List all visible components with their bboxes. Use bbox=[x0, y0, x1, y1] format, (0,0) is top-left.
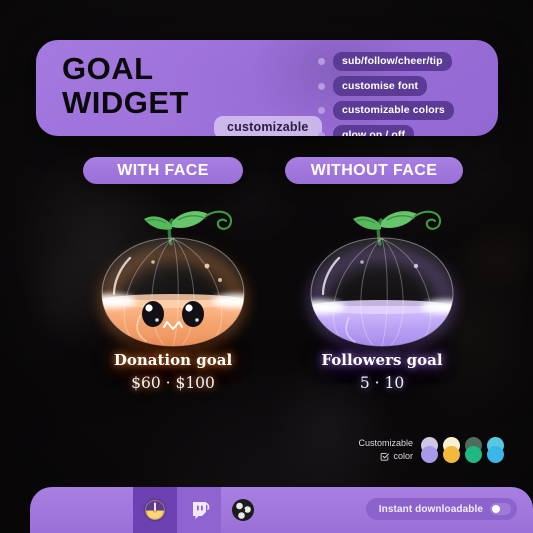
feature-label: glow on / off bbox=[333, 125, 415, 136]
bullet-dot-icon bbox=[318, 107, 325, 114]
goal-title: Donation goal bbox=[113, 351, 233, 369]
streamelements-icon[interactable] bbox=[143, 498, 167, 522]
goal-panel-without-face: Followers goal 5 · 10 bbox=[277, 196, 487, 411]
pumpkin-illustration bbox=[304, 210, 460, 354]
bullet-dot-icon bbox=[318, 131, 325, 136]
header-card: GOAL WIDGET customizable sub/follow/chee… bbox=[36, 40, 498, 136]
toggle-knob bbox=[492, 505, 500, 513]
feature-label: customise font bbox=[333, 76, 428, 96]
instant-downloadable-badge[interactable]: Instant downloadable bbox=[365, 498, 517, 520]
feature-item: customizable colors bbox=[318, 100, 486, 121]
page-title: GOAL WIDGET bbox=[62, 51, 189, 120]
color-swatch[interactable] bbox=[487, 446, 504, 463]
goal-title: Followers goal bbox=[321, 351, 443, 369]
goal-value: $60 · $100 bbox=[131, 374, 215, 392]
customizable-color-label: Customizable color bbox=[358, 437, 413, 463]
customizable-color-section: Customizable color bbox=[358, 437, 505, 463]
bullet-dot-icon bbox=[318, 58, 325, 65]
check-square-icon bbox=[381, 452, 390, 461]
feature-label: customizable colors bbox=[333, 100, 454, 121]
customizable-pill: customizable bbox=[214, 116, 322, 136]
screenshot-root: GOAL WIDGET customizable sub/follow/chee… bbox=[0, 0, 533, 533]
color-swatch-grid bbox=[421, 437, 505, 463]
feature-item: customise font bbox=[318, 76, 486, 96]
color-swatch[interactable] bbox=[443, 446, 460, 463]
feature-list: sub/follow/cheer/tip customise font cust… bbox=[318, 51, 486, 136]
goal-value: 5 · 10 bbox=[359, 374, 405, 392]
obs-icon[interactable] bbox=[231, 498, 255, 522]
feature-item: glow on / off bbox=[318, 125, 486, 136]
bottom-bar: Instant downloadable bbox=[30, 487, 533, 533]
tab-with-face[interactable]: WITH FACE bbox=[83, 157, 243, 184]
pumpkin-without-face bbox=[277, 196, 487, 356]
color-swatch[interactable] bbox=[465, 446, 482, 463]
twitch-icon[interactable] bbox=[187, 498, 211, 522]
customizable-label-line1: Customizable bbox=[358, 438, 413, 448]
bullet-dot-icon bbox=[318, 82, 325, 90]
customizable-label-line2: color bbox=[393, 451, 413, 461]
color-swatch[interactable] bbox=[421, 446, 438, 463]
pumpkin-with-face bbox=[68, 196, 278, 356]
feature-label: sub/follow/cheer/tip bbox=[333, 51, 452, 72]
instant-downloadable-toggle[interactable] bbox=[490, 503, 511, 515]
pumpkin-illustration bbox=[95, 210, 251, 354]
tab-without-face[interactable]: WITHOUT FACE bbox=[285, 157, 463, 184]
feature-item: sub/follow/cheer/tip bbox=[318, 51, 486, 72]
instant-downloadable-label: Instant downloadable bbox=[378, 503, 483, 515]
goal-panel-with-face: Donation goal $60 · $100 bbox=[68, 196, 278, 411]
